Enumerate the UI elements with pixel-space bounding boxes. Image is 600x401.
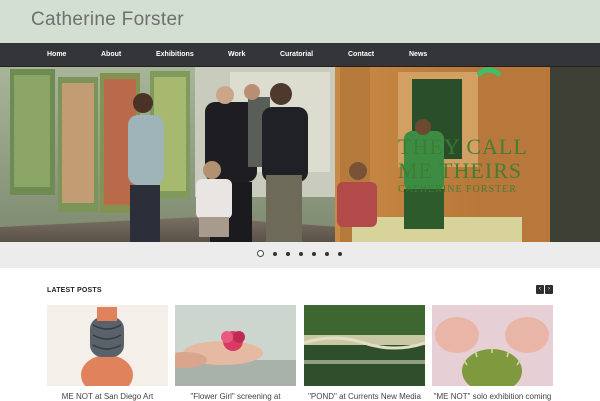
next-arrow-icon[interactable]: › — [545, 285, 553, 294]
slider-dot[interactable] — [325, 252, 329, 256]
latest-posts-heading: LATEST POSTS — [47, 287, 102, 294]
post-card[interactable]: "ME NOT" solo exhibition coming — [432, 305, 553, 401]
hero-sign-line-2: ME THEIRS — [398, 158, 523, 183]
slider-dot[interactable] — [299, 252, 303, 256]
slider-dot[interactable] — [286, 252, 290, 256]
hero-slideshow[interactable]: THEY CALL ME THEIRS CATHERINE FORSTER — [0, 67, 600, 242]
post-card[interactable]: "POND" at Currents New Media — [304, 305, 425, 401]
slider-dot[interactable] — [273, 252, 277, 256]
slider-dot[interactable] — [257, 250, 264, 257]
prev-arrow-icon[interactable]: ‹ — [536, 285, 544, 294]
slider-dot[interactable] — [312, 252, 316, 256]
nav-item-exhibitions[interactable]: Exhibitions — [156, 43, 194, 67]
nav-item-home[interactable]: Home — [47, 43, 66, 67]
main-navigation: Home About Exhibitions Work Curatorial C… — [0, 43, 600, 67]
nav-item-work[interactable]: Work — [228, 43, 245, 67]
site-title[interactable]: Catherine Forster — [31, 9, 184, 31]
nav-item-contact[interactable]: Contact — [348, 43, 374, 67]
post-thumbnail[interactable] — [432, 305, 553, 386]
post-thumbnail[interactable] — [175, 305, 296, 386]
hero-sign-line-1: THEY CALL — [398, 134, 528, 159]
post-thumbnail[interactable] — [47, 305, 168, 386]
slider-pagination — [0, 242, 600, 268]
nav-item-about[interactable]: About — [101, 43, 121, 67]
hero-sign-line-3: CATHERINE FORSTER — [398, 184, 517, 195]
slider-dot[interactable] — [338, 252, 342, 256]
post-card[interactable]: "Flower Girl" screening at — [175, 305, 296, 401]
post-thumbnail[interactable] — [304, 305, 425, 386]
post-card[interactable]: ME NOT at San Diego Art — [47, 305, 168, 401]
site-header: Catherine Forster — [0, 0, 600, 43]
nav-item-curatorial[interactable]: Curatorial — [280, 43, 313, 67]
nav-item-news[interactable]: News — [409, 43, 427, 67]
hero-sign-text: THEY CALL ME THEIRS CATHERINE FORSTER — [398, 136, 528, 195]
